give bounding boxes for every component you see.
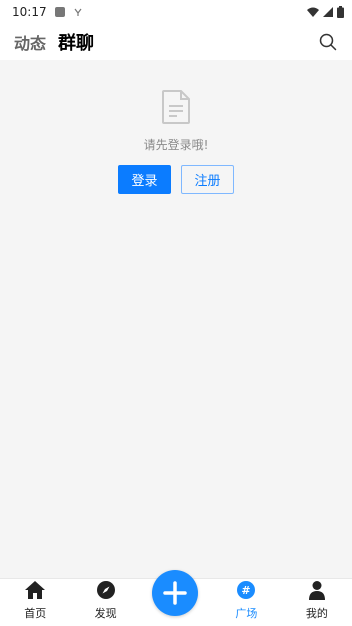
main-content: 请先登录哦! 登录 注册 [0,60,352,578]
header: 动态 群聊 [0,24,352,60]
home-icon [24,579,46,601]
wifi-icon [307,7,319,17]
empty-state: 请先登录哦! 登录 注册 [0,90,352,194]
hashtag-icon: # [235,579,257,601]
tab-group-chat[interactable]: 群聊 [58,29,94,55]
tabbar-item-square[interactable]: # 广场 [211,579,281,626]
plus-icon [163,581,187,605]
create-post-button[interactable] [152,570,198,616]
tabbar-item-discover[interactable]: 发现 [70,579,140,626]
status-bar: 10:17 [0,0,352,24]
battery-icon [337,6,344,18]
tabbar-item-mine[interactable]: 我的 [282,579,352,626]
auth-buttons: 登录 注册 [118,165,234,194]
tabbar-label: 首页 [24,607,47,620]
compass-icon [95,579,117,601]
empty-message: 请先登录哦! [143,138,209,152]
document-icon [162,90,190,124]
signal-icon [323,7,333,17]
tabbar-item-home[interactable]: 首页 [0,579,70,626]
tabbar-label: 我的 [305,607,328,620]
svg-text:#: # [242,584,251,597]
tabbar-label: 广场 [235,607,258,620]
notification-icon [54,7,65,17]
login-button[interactable]: 登录 [118,165,171,194]
app-notification-icon [74,8,82,16]
status-time: 10:17 [12,5,47,19]
search-button[interactable] [318,32,338,52]
tabbar-label: 发现 [94,607,117,620]
tab-dynamic[interactable]: 动态 [14,30,46,54]
search-icon [319,33,337,51]
person-icon [306,579,328,601]
register-button[interactable]: 注册 [181,165,234,194]
